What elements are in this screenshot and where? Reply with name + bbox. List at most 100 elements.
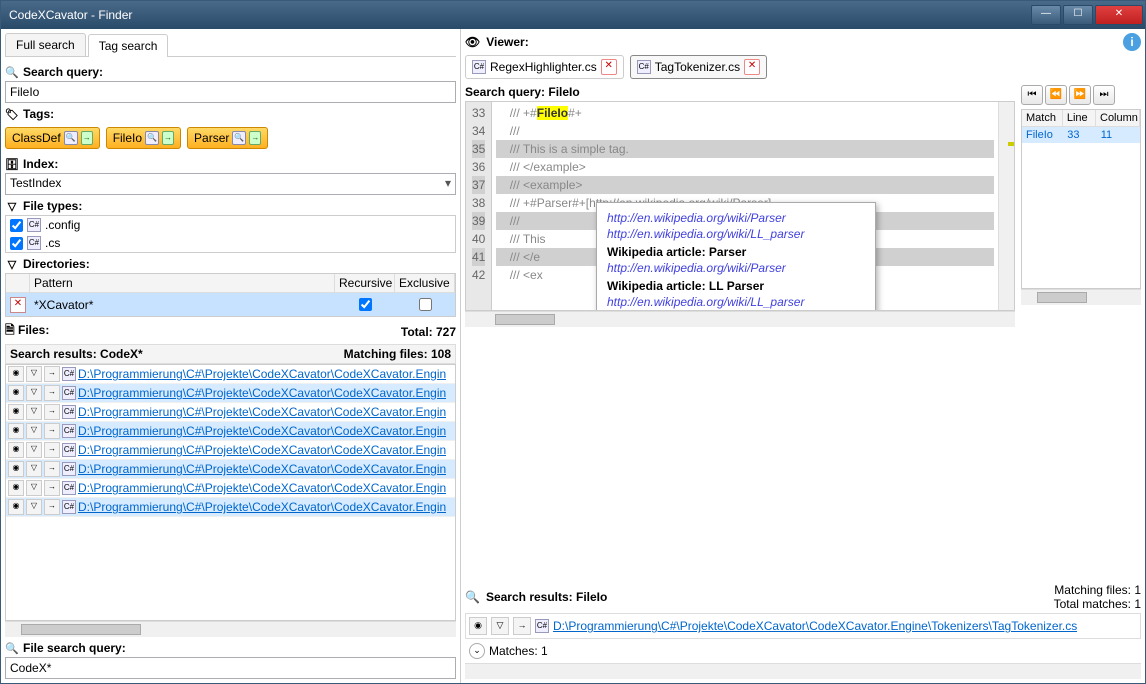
tag-search-icon[interactable]: 🔍 [232, 131, 246, 145]
index-dropdown[interactable]: TestIndex [5, 173, 456, 195]
popup-link[interactable]: http://en.wikipedia.org/wiki/Parser [607, 261, 865, 275]
info-button[interactable]: i [1123, 33, 1141, 51]
file-filter-button[interactable]: ▽ [26, 442, 42, 458]
tab-close-button[interactable]: ✕ [601, 59, 617, 75]
file-path[interactable]: D:\Programmierung\C#\Projekte\CodeXCavat… [78, 500, 446, 514]
file-toggle-button[interactable]: ◉ [8, 461, 24, 477]
file-item[interactable]: ◉▽→C#D:\Programmierung\C#\Projekte\CodeX… [6, 479, 455, 498]
file-toggle-button[interactable]: ◉ [8, 385, 24, 401]
file-toggle-button[interactable]: ◉ [8, 499, 24, 515]
file-filter-button[interactable]: ▽ [26, 499, 42, 515]
delete-row-button[interactable]: ✕ [10, 297, 26, 313]
file-item[interactable]: ◉▽→C#D:\Programmierung\C#\Projekte\CodeX… [6, 384, 455, 403]
file-list-hscrollbar[interactable] [5, 621, 456, 637]
file-toggle-button[interactable]: ◉ [8, 404, 24, 420]
tab-close-button[interactable]: ✕ [744, 59, 760, 75]
file-filter-button[interactable]: ▽ [26, 385, 42, 401]
tag-go-icon[interactable]: → [81, 131, 93, 145]
file-tab-regexhighlighter[interactable]: C# RegexHighlighter.cs ✕ [465, 55, 624, 79]
recursive-checkbox[interactable] [359, 298, 372, 311]
result-file-path[interactable]: D:\Programmierung\C#\Projekte\CodeXCavat… [553, 619, 1077, 633]
exclusive-checkbox[interactable] [419, 298, 432, 311]
file-item[interactable]: ◉▽→C#D:\Programmierung\C#\Projekte\CodeX… [6, 498, 455, 517]
result-open-button[interactable]: → [513, 617, 531, 635]
match-hscrollbar[interactable] [1021, 289, 1141, 305]
file-path[interactable]: D:\Programmierung\C#\Projekte\CodeXCavat… [78, 405, 446, 419]
tab-tag-search[interactable]: Tag search [88, 34, 169, 57]
file-path[interactable]: D:\Programmierung\C#\Projekte\CodeXCavat… [78, 367, 446, 381]
directory-pattern[interactable]: *XCavator* [30, 296, 335, 314]
nav-prev-button[interactable]: ⏪ [1045, 85, 1067, 105]
code-vscrollbar[interactable] [998, 102, 1014, 310]
file-item[interactable]: ◉▽→C#D:\Programmierung\C#\Projekte\CodeX… [6, 422, 455, 441]
tag-search-icon[interactable]: 🔍 [64, 131, 78, 145]
tag-button-parser[interactable]: Parser 🔍 → [187, 127, 268, 149]
popup-link[interactable]: http://en.wikipedia.org/wiki/Parser [607, 211, 865, 225]
code-hscrollbar[interactable] [465, 311, 1015, 327]
file-search-input[interactable] [5, 657, 456, 679]
file-item[interactable]: ◉▽→C#D:\Programmierung\C#\Projekte\CodeX… [6, 403, 455, 422]
col-match[interactable]: Match [1022, 110, 1063, 126]
col-line[interactable]: Line [1063, 110, 1096, 126]
search-query-input[interactable] [5, 81, 456, 103]
nav-last-button[interactable]: ⏭ [1093, 85, 1115, 105]
file-item[interactable]: ◉▽→C#D:\Programmierung\C#\Projekte\CodeX… [6, 460, 455, 479]
file-path[interactable]: D:\Programmierung\C#\Projekte\CodeXCavat… [78, 386, 446, 400]
tag-button-fileio[interactable]: FileIo 🔍 → [106, 127, 181, 149]
scrollbar-thumb[interactable] [495, 314, 555, 325]
file-open-button[interactable]: → [44, 461, 60, 477]
right-panel-hscrollbar[interactable] [465, 663, 1141, 679]
match-row[interactable]: FileIo 33 11 [1022, 127, 1140, 143]
file-path[interactable]: D:\Programmierung\C#\Projekte\CodeXCavat… [78, 481, 446, 495]
scrollbar-thumb[interactable] [21, 624, 141, 635]
maximize-button[interactable]: ☐ [1063, 5, 1093, 25]
filetype-item[interactable]: C# .cs [6, 234, 455, 252]
file-filter-button[interactable]: ▽ [26, 461, 42, 477]
file-toggle-button[interactable]: ◉ [8, 423, 24, 439]
file-filter-button[interactable]: ▽ [26, 404, 42, 420]
file-tab-tagtokenizer[interactable]: C# TagTokenizer.cs ✕ [630, 55, 767, 79]
expand-matches-button[interactable]: ⌄ [469, 643, 485, 659]
result-filter-button[interactable]: ▽ [491, 617, 509, 635]
col-recursive[interactable]: Recursive [335, 274, 395, 292]
file-toggle-button[interactable]: ◉ [8, 366, 24, 382]
file-filter-button[interactable]: ▽ [26, 423, 42, 439]
file-path[interactable]: D:\Programmierung\C#\Projekte\CodeXCavat… [78, 424, 446, 438]
popup-link[interactable]: http://en.wikipedia.org/wiki/LL_parser [607, 227, 865, 241]
file-open-button[interactable]: → [44, 423, 60, 439]
file-item[interactable]: ◉▽→C#D:\Programmierung\C#\Projekte\CodeX… [6, 441, 455, 460]
col-pattern[interactable]: Pattern [30, 274, 335, 292]
nav-first-button[interactable]: ⏮ [1021, 85, 1043, 105]
code-box[interactable]: 33343536373839404142 /// +#FileIo#+ /// … [465, 101, 1015, 311]
filetype-checkbox[interactable] [10, 219, 23, 232]
tag-button-classdef[interactable]: ClassDef 🔍 → [5, 127, 100, 149]
filetype-checkbox[interactable] [10, 237, 23, 250]
file-open-button[interactable]: → [44, 480, 60, 496]
file-list[interactable]: ◉▽→C#D:\Programmierung\C#\Projekte\CodeX… [5, 364, 456, 621]
col-exclusive[interactable]: Exclusive [395, 274, 455, 292]
file-open-button[interactable]: → [44, 366, 60, 382]
nav-next-button[interactable]: ⏩ [1069, 85, 1091, 105]
directory-row[interactable]: ✕ *XCavator* [6, 293, 455, 316]
tab-full-search[interactable]: Full search [5, 33, 86, 56]
popup-link[interactable]: http://en.wikipedia.org/wiki/LL_parser [607, 295, 865, 309]
file-toggle-button[interactable]: ◉ [8, 480, 24, 496]
result-toggle-button[interactable]: ◉ [469, 617, 487, 635]
tag-search-icon[interactable]: 🔍 [145, 131, 159, 145]
file-filter-button[interactable]: ▽ [26, 366, 42, 382]
filetype-item[interactable]: C# .config [6, 216, 455, 234]
file-open-button[interactable]: → [44, 404, 60, 420]
close-button[interactable]: ✕ [1095, 5, 1143, 25]
minimize-button[interactable]: — [1031, 5, 1061, 25]
file-open-button[interactable]: → [44, 499, 60, 515]
tag-go-icon[interactable]: → [162, 131, 174, 145]
scrollbar-thumb[interactable] [1037, 292, 1087, 303]
file-path[interactable]: D:\Programmierung\C#\Projekte\CodeXCavat… [78, 443, 446, 457]
file-filter-button[interactable]: ▽ [26, 480, 42, 496]
file-open-button[interactable]: → [44, 442, 60, 458]
file-path[interactable]: D:\Programmierung\C#\Projekte\CodeXCavat… [78, 462, 446, 476]
file-item[interactable]: ◉▽→C#D:\Programmierung\C#\Projekte\CodeX… [6, 365, 455, 384]
col-column[interactable]: Column [1096, 110, 1140, 126]
file-toggle-button[interactable]: ◉ [8, 442, 24, 458]
tag-go-icon[interactable]: → [249, 131, 261, 145]
